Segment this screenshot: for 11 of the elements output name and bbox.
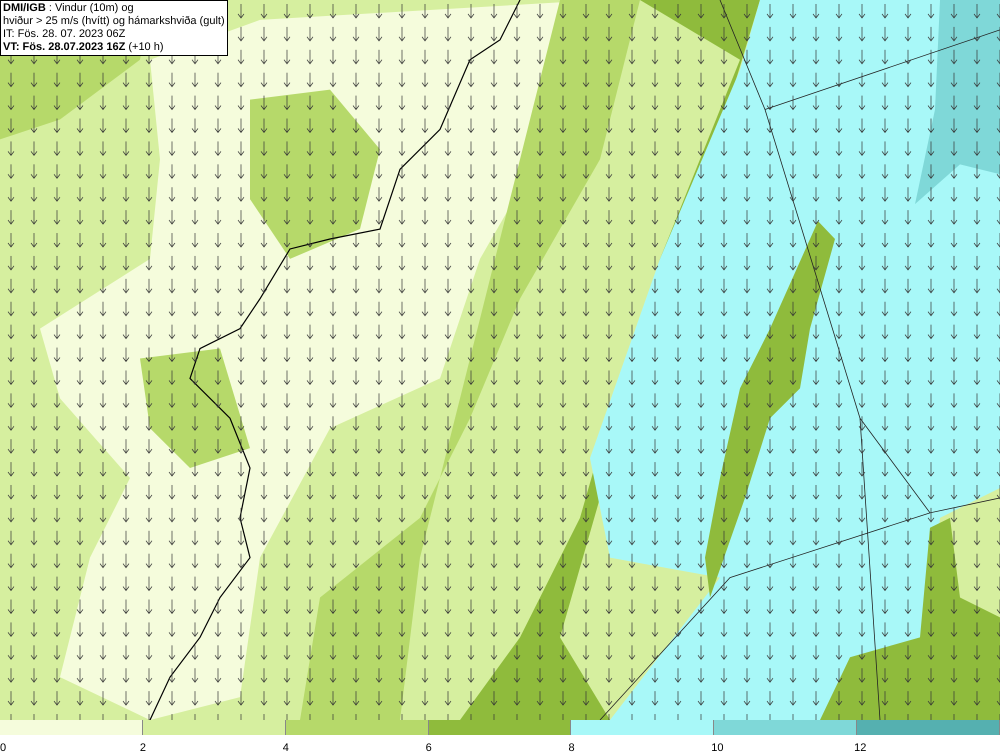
legend-label: 6 (426, 742, 432, 753)
legend-label: 8 (568, 742, 575, 753)
legend-label: 0 (0, 742, 6, 753)
legend-label: 2 (140, 742, 146, 753)
info-text: DMI/IGB : Vindur (10m) og (3, 2, 135, 15)
info-text: VT: Fös. 28.07.2023 16Z (+10 h) (3, 41, 165, 54)
legend-label: 4 (282, 742, 289, 753)
legend-label: 10 (711, 742, 724, 753)
info-text: hviður > 25 m/s (hvítt) og hámarkshviða (gult) (3, 15, 225, 28)
info-text: IT: Fös. 28. 07. 2023 06Z (3, 28, 126, 41)
legend-label: 12 (854, 742, 866, 753)
